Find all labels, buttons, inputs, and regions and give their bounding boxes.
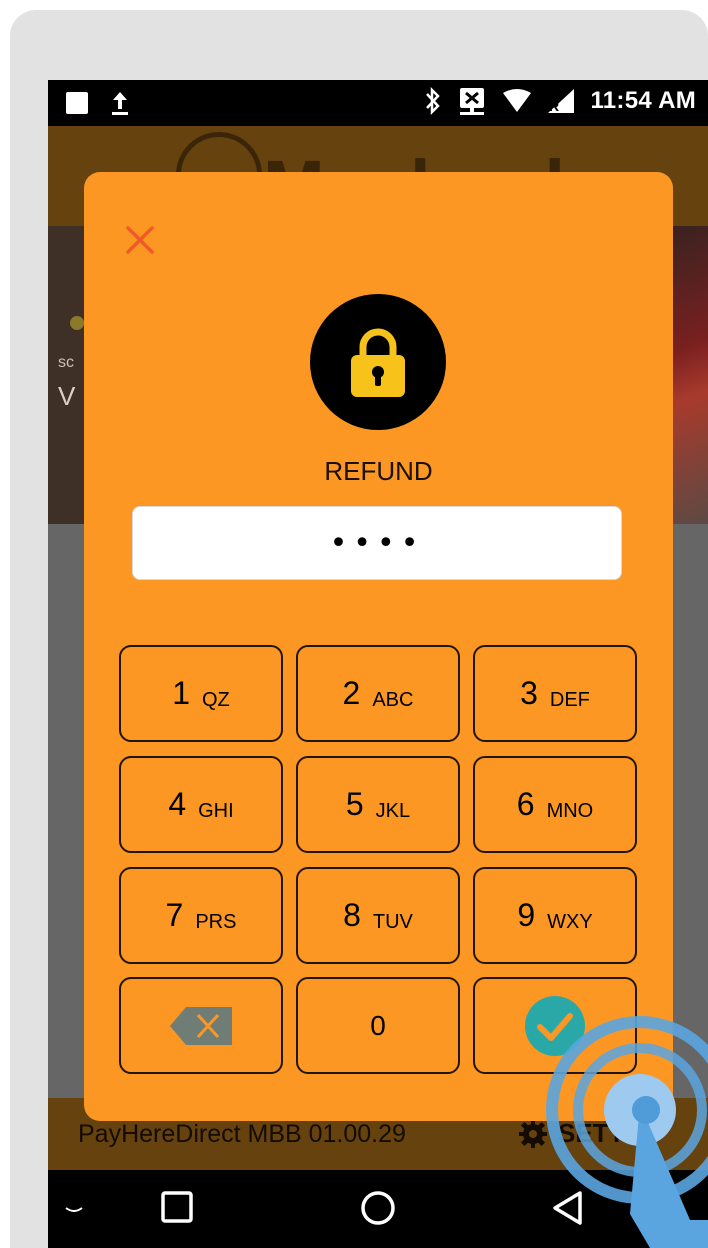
lock-badge <box>310 294 446 430</box>
home-icon[interactable] <box>360 1190 396 1226</box>
key-digit: 2 <box>342 675 361 711</box>
backspace-icon <box>170 1006 232 1045</box>
settings-button[interactable]: SETTI <box>518 1118 632 1149</box>
network-blocked-icon <box>460 88 485 115</box>
key-letters: ABC <box>372 689 414 711</box>
status-bar: R 11:54 AM <box>48 80 708 126</box>
key-letters: MNO <box>546 800 594 822</box>
key-5[interactable]: 5 JKL <box>296 756 460 853</box>
check-circle-icon <box>525 995 585 1056</box>
wifi-icon <box>503 89 532 112</box>
key-digit: 0 <box>370 1009 386 1041</box>
android-nav-bar <box>48 1170 708 1248</box>
key-0[interactable]: 0 <box>296 977 460 1074</box>
app-version-label: PayHereDirect MBB 01.00.29 <box>78 1120 406 1148</box>
key-3[interactable]: 3 DEF <box>473 645 637 742</box>
key-digit: 8 <box>343 897 361 933</box>
back-icon[interactable] <box>550 1190 586 1226</box>
key-7[interactable]: 7 PRS <box>119 867 283 964</box>
key-digit: 7 <box>165 897 184 933</box>
key-letters: JKL <box>375 800 411 822</box>
key-letters: TUV <box>372 911 413 933</box>
notification-square-icon <box>66 92 88 114</box>
key-digit: 1 <box>172 675 190 711</box>
lock-icon <box>351 328 405 397</box>
status-notifications <box>66 90 130 116</box>
device-frame: R 11:54 AM Maybank sc V PayHereDirect MB… <box>10 10 708 1248</box>
key-letters: PRS <box>195 911 237 933</box>
pin-dialog: REFUND •••• 1 QZ 2 ABC 3 DEF 4 GHI 5 JKL… <box>84 172 673 1121</box>
upload-icon <box>112 92 128 115</box>
banner-text-small: sc <box>58 354 74 371</box>
keyboard-hide-icon[interactable] <box>62 1204 86 1218</box>
pin-input[interactable]: •••• <box>132 506 622 580</box>
key-8[interactable]: 8 TUV <box>296 867 460 964</box>
key-digit: 5 <box>345 786 364 822</box>
key-6[interactable]: 6 MNO <box>473 756 637 853</box>
key-letters: QZ <box>202 689 230 711</box>
gear-icon <box>519 1119 547 1148</box>
close-icon[interactable] <box>122 222 158 258</box>
status-time: 11:54 AM <box>590 87 696 114</box>
key-digit: 4 <box>168 786 187 822</box>
key-9[interactable]: 9 WXY <box>473 867 637 964</box>
key-letters: GHI <box>198 800 234 822</box>
key-letters: DEF <box>549 689 590 711</box>
recent-apps-icon[interactable] <box>160 1190 194 1224</box>
backspace-button[interactable] <box>119 977 283 1074</box>
signal-icon: R <box>548 89 575 114</box>
coin-icon <box>70 316 84 330</box>
dialog-title: REFUND <box>324 456 433 486</box>
svg-text:R: R <box>549 98 559 114</box>
settings-label: SETTI <box>558 1118 632 1148</box>
key-2[interactable]: 2 ABC <box>296 645 460 742</box>
key-letters: WXY <box>547 911 593 933</box>
key-digit: 3 <box>520 675 538 711</box>
confirm-button[interactable] <box>473 977 637 1074</box>
key-1[interactable]: 1 QZ <box>119 645 283 742</box>
banner-text-large: V <box>58 381 76 411</box>
key-4[interactable]: 4 GHI <box>119 756 283 853</box>
bluetooth-icon <box>426 86 441 116</box>
key-digit: 9 <box>517 897 536 933</box>
key-digit: 6 <box>516 786 535 822</box>
status-system-icons: R 11:54 AM <box>424 86 696 116</box>
